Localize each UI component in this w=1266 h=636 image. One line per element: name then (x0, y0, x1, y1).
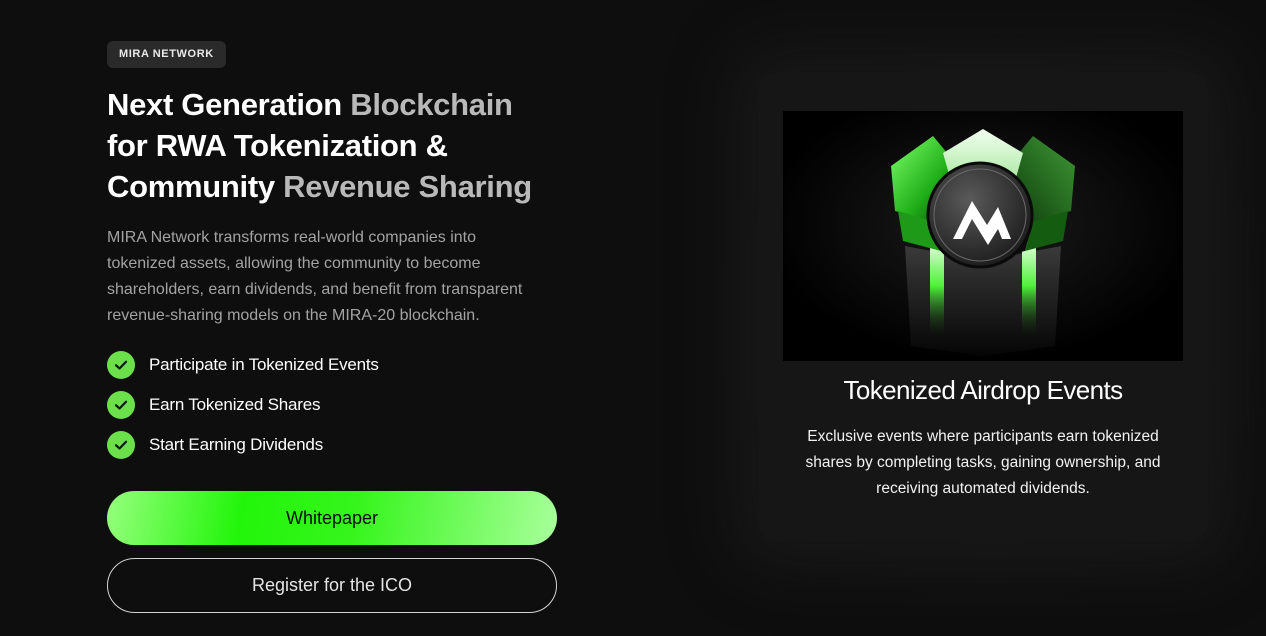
card-description: Exclusive events where participants earn… (805, 428, 1161, 497)
feature-label: Start Earning Dividends (149, 435, 323, 454)
feature-card: Tokenized Airdrop Events Exclusive event… (758, 72, 1208, 542)
headline-line3-white: Community (107, 169, 284, 204)
feature-label: Earn Tokenized Shares (149, 395, 321, 414)
register-ico-button[interactable]: Register for the ICO (107, 558, 557, 613)
hero-section: MIRA NETWORK Next Generation Blockchain … (0, 0, 1266, 636)
hero-headline: Next Generation Blockchain for RWA Token… (107, 84, 567, 207)
feature-item: Start Earning Dividends (107, 425, 567, 465)
feature-item: Earn Tokenized Shares (107, 385, 567, 425)
mira-logo-crown-icon (783, 111, 1183, 361)
whitepaper-button[interactable]: Whitepaper (107, 491, 557, 545)
brand-badge: MIRA NETWORK (107, 41, 226, 68)
headline-line3-grey: Revenue Sharing (283, 169, 532, 204)
check-icon (107, 391, 135, 419)
feature-item: Participate in Tokenized Events (107, 345, 567, 385)
card-image (783, 111, 1183, 361)
check-icon (107, 351, 135, 379)
feature-label: Participate in Tokenized Events (149, 355, 379, 374)
headline-line2: for RWA Tokenization & (107, 128, 448, 163)
feature-list: Participate in Tokenized Events Earn Tok… (107, 345, 567, 465)
check-icon (107, 431, 135, 459)
hero-content: MIRA NETWORK Next Generation Blockchain … (107, 41, 567, 613)
headline-line1-grey: Blockchain (350, 87, 513, 122)
hero-description: MIRA Network transforms real-world compa… (107, 229, 523, 324)
headline-line1-white: Next Generation (107, 87, 351, 122)
card-title: Tokenized Airdrop Events (843, 375, 1124, 405)
